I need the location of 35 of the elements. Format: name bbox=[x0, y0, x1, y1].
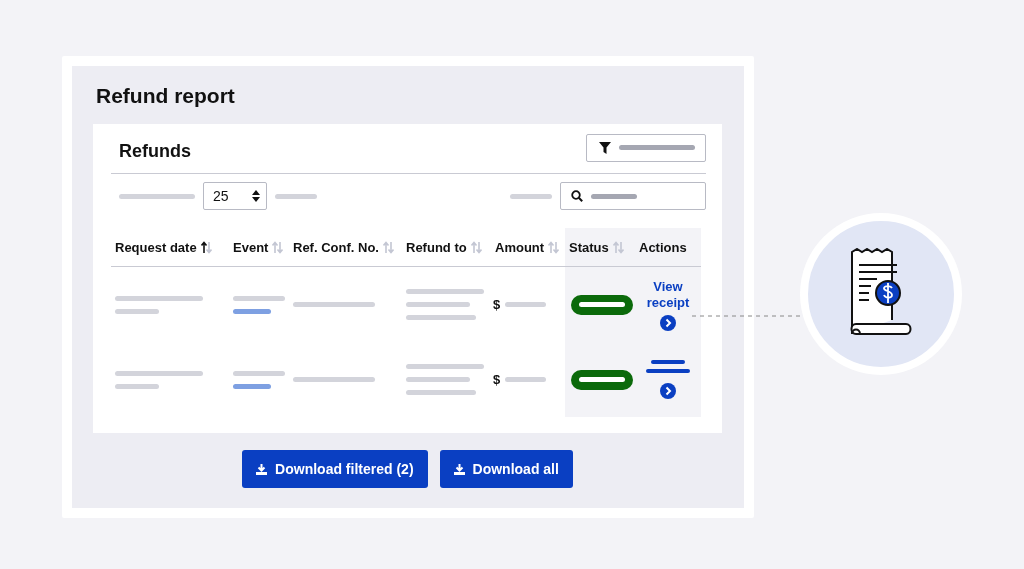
placeholder-line bbox=[505, 302, 547, 307]
column-header[interactable]: Request date bbox=[115, 239, 197, 255]
download-icon bbox=[256, 463, 268, 475]
page-title: Refund report bbox=[96, 84, 236, 108]
link-placeholder[interactable] bbox=[646, 360, 690, 373]
search-icon bbox=[571, 190, 583, 202]
card-title: Refunds bbox=[119, 141, 191, 162]
filter-button[interactable] bbox=[586, 133, 706, 162]
currency-sign: $ bbox=[493, 372, 501, 387]
placeholder-line bbox=[406, 377, 470, 382]
placeholder-line bbox=[505, 377, 547, 382]
placeholder-line bbox=[275, 193, 317, 199]
placeholder-line bbox=[233, 295, 285, 301]
placeholder-line bbox=[233, 370, 285, 376]
page-size-select[interactable]: 25 bbox=[203, 182, 267, 210]
filter-icon bbox=[599, 141, 611, 154]
placeholder-line bbox=[406, 390, 476, 395]
currency-sign: $ bbox=[493, 297, 501, 312]
column-header[interactable]: Ref. Conf. No. bbox=[293, 239, 379, 255]
column-header[interactable]: Event bbox=[233, 239, 269, 255]
placeholder-line bbox=[510, 193, 552, 199]
column-header[interactable]: Refund to bbox=[406, 239, 467, 255]
placeholder-line bbox=[406, 315, 476, 320]
search-field[interactable] bbox=[560, 182, 706, 210]
sort-icon[interactable] bbox=[200, 240, 212, 254]
column-header[interactable]: Amount bbox=[495, 239, 545, 255]
download-button[interactable]: Download filtered (2) bbox=[242, 450, 428, 488]
placeholder-line bbox=[115, 383, 159, 389]
placeholder-line bbox=[406, 302, 470, 307]
download-icon bbox=[453, 463, 465, 475]
stepper-icon bbox=[252, 190, 260, 202]
chevron-right-icon[interactable] bbox=[660, 314, 676, 331]
chevron-right-icon[interactable] bbox=[660, 383, 676, 399]
placeholder-line bbox=[115, 308, 159, 314]
download-button[interactable]: Download all bbox=[439, 450, 573, 488]
